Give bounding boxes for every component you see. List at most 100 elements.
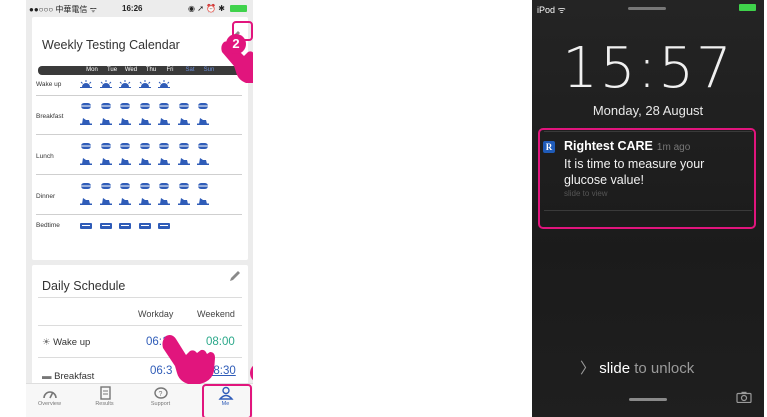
after-meal-icon: [178, 198, 190, 205]
after-meal-icon: [178, 158, 190, 165]
after-meal-icon: [80, 198, 92, 205]
sunrise-icon: [80, 80, 92, 88]
sunrise-icon: [139, 80, 151, 88]
row-label-breakfast: Breakfast: [36, 113, 64, 120]
calendar-day-header: Mon Tue Wed Thu Fri Sat Sun: [38, 66, 244, 75]
before-meal-icon: [179, 143, 189, 149]
gauge-icon: [42, 391, 57, 399]
left-phone-screen: ●●○○○ 中華電信 ᯤ 16:26 ◉ ➚ ⏰ ✱ Weekly Testin…: [26, 0, 253, 417]
unlock-bold: slide: [599, 360, 631, 377]
divider: [544, 210, 752, 211]
bed-icon: [100, 223, 112, 229]
after-meal-icon: [100, 198, 112, 205]
home-indicator: [629, 398, 667, 401]
before-meal-icon: [120, 143, 130, 149]
day-sat: Sat: [185, 67, 195, 73]
notification-message: It is time to measure your glucose value…: [564, 157, 705, 187]
day-sun: Sun: [203, 67, 215, 73]
battery-icon: [230, 5, 247, 12]
after-meal-icon: [100, 158, 112, 165]
step-badge-1: 1: [250, 363, 253, 383]
day-mon: Mon: [86, 67, 98, 73]
lock-clock: 15:57: [562, 36, 734, 101]
slide-to-unlock[interactable]: 〉 slide to unlock: [580, 357, 694, 378]
sunrise-icon: [158, 80, 170, 88]
schedule-row-breakfast[interactable]: ▬ Breakfast: [42, 371, 94, 382]
row-label-wakeup: Wake up: [36, 81, 62, 88]
before-meal-icon: [159, 183, 169, 189]
sunrise-icon: [100, 80, 112, 88]
before-meal-icon: [198, 103, 208, 109]
status-icons: ◉ ➚ ⏰ ✱: [187, 4, 225, 13]
tab-results[interactable]: Results: [82, 386, 127, 407]
after-meal-icon: [80, 158, 92, 165]
before-meal-icon: [101, 143, 111, 149]
col-workday: Workday: [138, 309, 174, 319]
svg-text:?: ?: [158, 391, 162, 398]
divider: [38, 297, 242, 298]
after-meal-icon: [119, 158, 131, 165]
pencil-icon[interactable]: [228, 269, 242, 283]
day-thu: Thu: [145, 67, 157, 73]
after-meal-icon: [197, 118, 209, 125]
tab-label: Overview: [38, 401, 61, 407]
day-wed: Wed: [124, 67, 138, 73]
after-meal-icon: [197, 198, 209, 205]
before-meal-icon: [179, 183, 189, 189]
before-meal-icon: [140, 183, 150, 189]
notification-slide-hint: slide to view: [564, 189, 608, 198]
row-label-lunch: Lunch: [36, 153, 54, 160]
before-meal-icon: [140, 103, 150, 109]
after-meal-icon: [139, 198, 151, 205]
before-meal-icon: [140, 143, 150, 149]
lock-date: Monday, 28 August: [592, 103, 704, 118]
before-meal-icon: [101, 103, 111, 109]
notification-title: Rightest CARE 1m ago: [564, 139, 690, 153]
rightest-app-icon: R: [543, 141, 555, 153]
schedule-label: Breakfast: [54, 371, 95, 382]
divider: [36, 134, 242, 135]
before-meal-icon: [120, 103, 130, 109]
after-meal-icon: [119, 118, 131, 125]
calendar-title: Weekly Testing Calendar: [42, 38, 180, 52]
notification-app: Rightest CARE: [564, 139, 653, 153]
after-meal-icon: [119, 198, 131, 205]
after-meal-icon: [158, 118, 170, 125]
tab-support[interactable]: ? Support: [138, 386, 183, 407]
camera-icon[interactable]: [736, 391, 752, 403]
weekly-calendar-card: Weekly Testing Calendar Mon Tue Wed Thu …: [32, 17, 248, 260]
meal-icon: ▬: [42, 371, 55, 382]
right-phone-lockscreen: iPod ᯤ 15:57 Monday, 28 August R Rightes…: [532, 0, 764, 417]
before-meal-icon: [101, 183, 111, 189]
before-meal-icon: [81, 103, 91, 109]
day-tue: Tue: [106, 67, 118, 73]
divider: [36, 95, 242, 96]
step-badge-2: 2: [226, 34, 246, 54]
day-fri: Fri: [166, 67, 174, 73]
bed-icon: [119, 223, 131, 229]
status-time: 16:26: [122, 4, 143, 13]
notification-time: 1m ago: [656, 142, 691, 153]
after-meal-icon: [100, 118, 112, 125]
sunrise-icon: [119, 80, 131, 88]
before-meal-icon: [81, 183, 91, 189]
after-meal-icon: [178, 118, 190, 125]
after-meal-icon: [197, 158, 209, 165]
before-meal-icon: [198, 143, 208, 149]
chevron-right-icon: 〉: [580, 360, 596, 377]
schedule-title: Daily Schedule: [42, 279, 126, 293]
tab-overview[interactable]: Overview: [27, 386, 72, 407]
divider: [36, 214, 242, 215]
schedule-label: Wake up: [53, 337, 91, 348]
bed-icon: [158, 223, 170, 229]
bed-icon: [80, 223, 92, 229]
after-meal-icon: [158, 198, 170, 205]
schedule-row-wakeup[interactable]: ☀ Wake up: [42, 337, 90, 348]
after-meal-icon: [158, 158, 170, 165]
after-meal-icon: [139, 118, 151, 125]
document-icon: [99, 386, 111, 400]
before-meal-icon: [179, 103, 189, 109]
status-bar: ●●○○○ 中華電信 ᯤ 16:26 ◉ ➚ ⏰ ✱: [26, 0, 253, 17]
hand-pointer-icon: [162, 335, 215, 384]
battery-icon: [739, 4, 756, 11]
